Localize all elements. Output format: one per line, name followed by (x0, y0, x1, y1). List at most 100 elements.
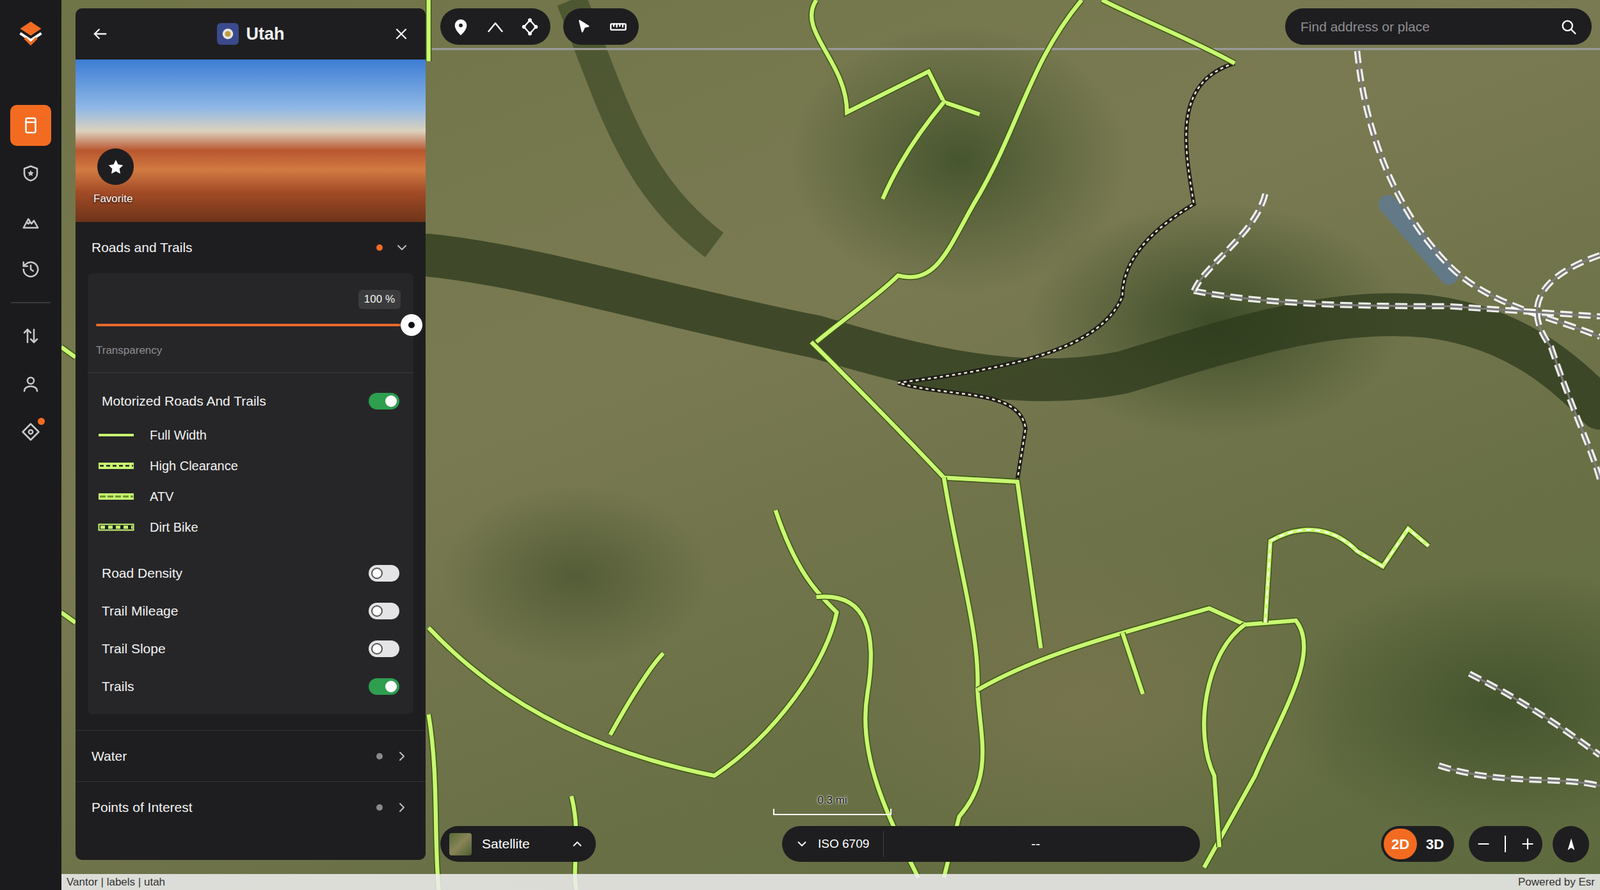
section-header[interactable]: Water (75, 730, 426, 782)
layer-row: Motorized Roads And Trails (101, 382, 400, 420)
transparency-slider[interactable] (96, 312, 401, 338)
legend-swatch (97, 461, 135, 471)
compass-icon (1562, 836, 1580, 854)
section-title: Roads and Trails (91, 237, 193, 258)
mountain-icon (21, 211, 41, 232)
view-mode-button[interactable]: 2D (1383, 828, 1417, 860)
sidebar-item[interactable] (10, 200, 52, 242)
plus-icon (1519, 835, 1536, 853)
view-mode-button[interactable]: 3D (1418, 828, 1452, 860)
legend-label: ATV (149, 487, 174, 507)
favorite-button[interactable] (97, 148, 134, 185)
layer-toggle[interactable] (368, 678, 400, 696)
section-header[interactable]: Points of Interest (75, 781, 426, 833)
legend-swatch (97, 522, 135, 532)
close-button[interactable] (392, 24, 411, 43)
sidebar-item[interactable] (10, 104, 52, 146)
chevron-right-icon (394, 800, 410, 816)
search-button[interactable] (1559, 17, 1578, 36)
layer-label: Road Density (101, 563, 183, 584)
diamond-icon (21, 422, 41, 442)
search-icon (1559, 17, 1578, 36)
layers-icon (21, 115, 41, 136)
status-dot (376, 753, 383, 760)
atv-swatch-icon (97, 492, 135, 502)
layer-label: Motorized Roads And Trails (101, 391, 267, 412)
zoom-out-button[interactable] (1475, 835, 1492, 853)
layer-row: Trail Mileage (101, 592, 400, 630)
sidebar-item[interactable] (10, 248, 52, 290)
sidebar-item[interactable] (10, 315, 52, 357)
legend-item: Dirt Bike (97, 512, 400, 543)
logo-icon (16, 19, 45, 48)
status-dot (376, 804, 383, 811)
section-title: Water (91, 746, 127, 767)
panel-header: Utah (75, 8, 426, 60)
sidebar-separator (10, 302, 51, 304)
layer-label: Trail Mileage (101, 600, 178, 622)
search-input[interactable] (1299, 16, 1554, 38)
layer-settings: 100 %TransparencyMotorized Roads And Tra… (87, 273, 414, 715)
zoom-control (1468, 826, 1543, 863)
line-icon (486, 17, 505, 36)
waypoint-tool[interactable] (450, 16, 472, 38)
slider-knob[interactable] (400, 314, 423, 336)
layer-toggle[interactable] (368, 565, 400, 582)
basemap-selector[interactable]: Satellite (440, 826, 596, 863)
layer-row: Trails (101, 667, 400, 706)
chevron-down-icon (394, 240, 410, 256)
layer-row: Road Density (101, 554, 400, 592)
chevron-up-icon (570, 837, 585, 852)
arrows-icon (21, 326, 41, 346)
app-logo[interactable] (15, 17, 47, 49)
seal-icon (220, 26, 235, 41)
panel-title: Utah (246, 21, 285, 48)
legend-item: High Clearance (97, 450, 400, 482)
legend-swatch (97, 430, 135, 440)
layer-toggle[interactable] (368, 602, 400, 620)
notification-dot (37, 417, 45, 425)
scale-label: 0.3 mi (773, 792, 892, 809)
layer-toggle[interactable] (368, 392, 400, 410)
layer-label: Trails (101, 676, 135, 697)
line-tool[interactable] (485, 16, 506, 38)
sidebar-item[interactable] (10, 363, 52, 405)
shape-tool[interactable] (519, 16, 541, 38)
coordinate-format[interactable]: ISO 6709 (794, 831, 884, 857)
section-header[interactable]: Roads and Trails (75, 222, 426, 274)
legend-item: Full Width (97, 419, 400, 451)
zoom-in-button[interactable] (1519, 835, 1536, 853)
back-button[interactable] (90, 24, 109, 43)
coordinate-bar: ISO 6709-- (782, 826, 1200, 863)
legend: Full WidthHigh ClearanceATVDirt Bike (101, 419, 400, 543)
basemap-thumbnail (449, 833, 472, 856)
measure-tool[interactable] (608, 16, 629, 38)
state-seal-icon (216, 23, 239, 45)
app: Utah Favorite Roads and Trails 100 %Transpa… (0, 0, 1600, 890)
sidebar-item[interactable] (10, 411, 52, 453)
sidebar-item[interactable] (10, 152, 52, 194)
compass-button[interactable] (1552, 826, 1590, 863)
back-arrow-icon (90, 24, 109, 43)
layer-toggle[interactable] (368, 640, 400, 658)
select-toolbar (563, 8, 639, 45)
pin-icon (451, 17, 470, 36)
select-tool[interactable] (573, 16, 594, 38)
close-icon (392, 24, 411, 43)
attribution-left: Vantor | labels | utah (66, 874, 166, 890)
minus-icon (1475, 835, 1492, 853)
format-label: ISO 6709 (817, 835, 870, 854)
person-icon (21, 374, 41, 394)
draw-toolbar (440, 8, 551, 45)
layer-row: Trail Slope (101, 629, 400, 668)
layer-panel: Utah Favorite Roads and Trails 100 %Transpa… (75, 8, 426, 861)
favorite-label: Favorite (93, 190, 133, 208)
star-icon (106, 157, 126, 177)
pointer-icon (575, 18, 592, 36)
high-clearance-swatch-icon (97, 461, 135, 471)
sidebar (0, 0, 62, 890)
status-dot (376, 244, 383, 251)
attribution: Vantor | labels | utahPowered by Esr (61, 874, 1600, 890)
history-icon (21, 259, 41, 280)
view-mode-label: 3D (1425, 833, 1444, 856)
